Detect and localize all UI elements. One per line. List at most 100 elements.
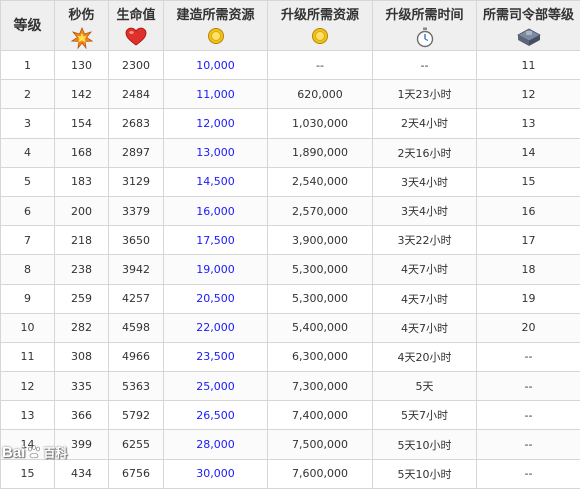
cell-level: 15: [1, 459, 55, 488]
heart-icon: [109, 27, 163, 49]
cell-dps: 183: [55, 167, 109, 196]
cell-build-cost: 19,000: [164, 255, 268, 284]
table-body: 1130230010,000----112142248411,000620,00…: [1, 51, 580, 489]
cell-upgrade-time: 3天4小时: [373, 196, 477, 225]
cell-required-hq-level: 11: [477, 51, 580, 80]
table-row: 1130230010,000----11: [1, 51, 580, 80]
cell-required-hq-level: 13: [477, 109, 580, 138]
cell-build-cost: 22,000: [164, 313, 268, 342]
header-required-hq-level: 所需司令部等级: [477, 1, 580, 51]
cell-dps: 168: [55, 138, 109, 167]
cell-hitpoints: 3129: [109, 167, 164, 196]
table-row: 7218365017,5003,900,0003天22小时17: [1, 226, 580, 255]
cell-upgrade-cost: 7,400,000: [268, 401, 373, 430]
cell-level: 5: [1, 167, 55, 196]
table-row: 14399625528,0007,500,0005天10小时--: [1, 430, 580, 459]
cell-upgrade-cost: 3,900,000: [268, 226, 373, 255]
cell-upgrade-time: 2天16小时: [373, 138, 477, 167]
header-level: 等级: [1, 1, 55, 51]
table-row: 5183312914,5002,540,0003天4小时15: [1, 167, 580, 196]
cell-level: 3: [1, 109, 55, 138]
cell-build-cost: 13,000: [164, 138, 268, 167]
cell-upgrade-cost: 1,030,000: [268, 109, 373, 138]
cell-dps: 200: [55, 196, 109, 225]
watermark-suffix: 百科: [43, 444, 67, 461]
cell-upgrade-time: 2天4小时: [373, 109, 477, 138]
header-label: 等级: [1, 17, 54, 35]
cell-upgrade-time: 5天7小时: [373, 401, 477, 430]
header-label: 生命值: [109, 7, 163, 25]
header-hitpoints: 生命值: [109, 1, 164, 51]
cell-hitpoints: 5792: [109, 401, 164, 430]
headquarters-icon: [477, 27, 580, 49]
cell-build-cost: 17,500: [164, 226, 268, 255]
table-row: 10282459822,0005,400,0004天7小时20: [1, 313, 580, 342]
cell-upgrade-cost: 620,000: [268, 80, 373, 109]
table-row: 11308496623,5006,300,0004天20小时--: [1, 342, 580, 371]
cell-dps: 142: [55, 80, 109, 109]
header-label: 升级所需时间: [373, 7, 476, 25]
cell-dps: 238: [55, 255, 109, 284]
cell-level: 13: [1, 401, 55, 430]
cell-dps: 366: [55, 401, 109, 430]
cell-level: 12: [1, 372, 55, 401]
cell-dps: 308: [55, 342, 109, 371]
cell-upgrade-cost: 5,400,000: [268, 313, 373, 342]
cell-required-hq-level: 17: [477, 226, 580, 255]
header-label: 所需司令部等级: [477, 7, 580, 25]
cell-hitpoints: 2300: [109, 51, 164, 80]
cell-required-hq-level: 12: [477, 80, 580, 109]
header-build-cost: 建造所需资源: [164, 1, 268, 51]
cell-required-hq-level: --: [477, 459, 580, 488]
cell-dps: 218: [55, 226, 109, 255]
cell-required-hq-level: --: [477, 372, 580, 401]
header-upgrade-cost: 升级所需资源: [268, 1, 373, 51]
cell-hitpoints: 3379: [109, 196, 164, 225]
cell-hitpoints: 2683: [109, 109, 164, 138]
cell-level: 8: [1, 255, 55, 284]
cell-level: 2: [1, 80, 55, 109]
cell-required-hq-level: 16: [477, 196, 580, 225]
cell-upgrade-time: 5天: [373, 372, 477, 401]
cell-upgrade-cost: 7,600,000: [268, 459, 373, 488]
cell-upgrade-cost: 5,300,000: [268, 255, 373, 284]
table-row: 12335536325,0007,300,0005天--: [1, 372, 580, 401]
cell-level: 6: [1, 196, 55, 225]
cell-level: 7: [1, 226, 55, 255]
cell-hitpoints: 3942: [109, 255, 164, 284]
cell-level: 10: [1, 313, 55, 342]
cell-upgrade-cost: 7,300,000: [268, 372, 373, 401]
cell-build-cost: 10,000: [164, 51, 268, 80]
cell-required-hq-level: 19: [477, 284, 580, 313]
cell-hitpoints: 4598: [109, 313, 164, 342]
cell-upgrade-time: 5天10小时: [373, 430, 477, 459]
cell-upgrade-time: 3天4小时: [373, 167, 477, 196]
stopwatch-icon: [373, 27, 476, 49]
cell-hitpoints: 4966: [109, 342, 164, 371]
cell-level: 11: [1, 342, 55, 371]
cell-hitpoints: 2897: [109, 138, 164, 167]
cell-build-cost: 25,000: [164, 372, 268, 401]
cell-upgrade-time: 4天7小时: [373, 313, 477, 342]
cell-build-cost: 26,500: [164, 401, 268, 430]
cell-upgrade-cost: 2,540,000: [268, 167, 373, 196]
table-row: 13366579226,5007,400,0005天7小时--: [1, 401, 580, 430]
header-label: 升级所需资源: [268, 7, 372, 25]
cell-required-hq-level: 14: [477, 138, 580, 167]
cell-build-cost: 12,000: [164, 109, 268, 138]
table-header-row: 等级 秒伤 生命值: [1, 1, 580, 51]
cell-upgrade-cost: 7,500,000: [268, 430, 373, 459]
table-row: 8238394219,0005,300,0004天7小时18: [1, 255, 580, 284]
cell-upgrade-cost: --: [268, 51, 373, 80]
cell-level: 1: [1, 51, 55, 80]
cell-upgrade-time: 4天7小时: [373, 255, 477, 284]
cell-required-hq-level: --: [477, 342, 580, 371]
cell-upgrade-cost: 5,300,000: [268, 284, 373, 313]
cell-upgrade-time: 4天7小时: [373, 284, 477, 313]
cell-upgrade-time: 4天20小时: [373, 342, 477, 371]
cell-hitpoints: 5363: [109, 372, 164, 401]
cell-build-cost: 11,000: [164, 80, 268, 109]
cell-build-cost: 28,000: [164, 430, 268, 459]
gold-coin-icon: [164, 27, 267, 49]
cell-build-cost: 23,500: [164, 342, 268, 371]
